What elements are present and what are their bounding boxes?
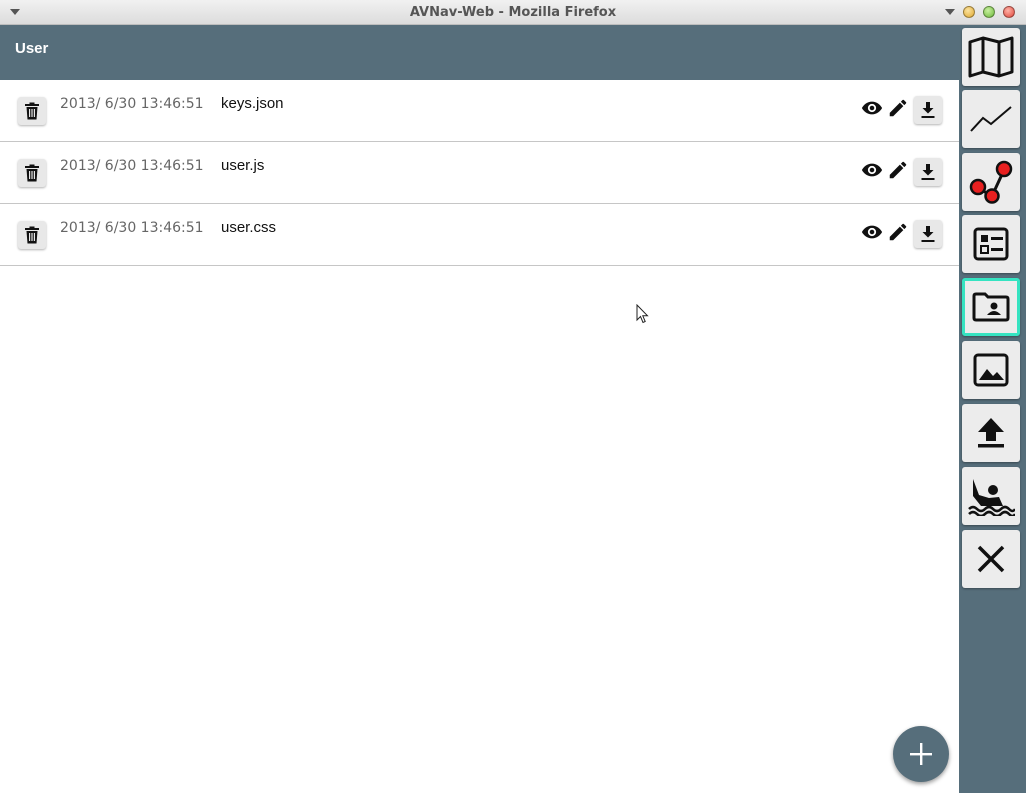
trash-icon (25, 102, 39, 120)
sidebar-item-upload[interactable] (962, 404, 1020, 462)
sidebar-item-user[interactable] (962, 278, 1020, 336)
delete-button[interactable] (18, 159, 46, 187)
image-icon (973, 353, 1009, 387)
download-icon (921, 164, 935, 180)
sidebar (959, 25, 1026, 793)
delete-button[interactable] (18, 97, 46, 125)
mob-icon (968, 479, 1015, 516)
file-date: 2013/ 6/30 13:46:51 (60, 220, 204, 236)
trash-icon (25, 164, 39, 182)
track-icon (970, 106, 1012, 132)
pencil-icon[interactable] (887, 221, 909, 243)
page-header: User (0, 25, 959, 80)
download-button[interactable] (914, 96, 942, 124)
window-minimize-button[interactable] (963, 6, 975, 18)
sidebar-item-layouts[interactable] (962, 215, 1020, 273)
download-icon (921, 102, 935, 118)
window-title: AVNav-Web - Mozilla Firefox (409, 5, 617, 20)
download-icon (921, 226, 935, 242)
file-date: 2013/ 6/30 13:46:51 (60, 158, 204, 174)
sidebar-item-routes[interactable] (962, 153, 1020, 211)
list-item[interactable]: 2013/ 6/30 13:46:51 user.js (0, 142, 959, 204)
window-close-button[interactable] (1003, 6, 1015, 18)
sidebar-item-tracks[interactable] (962, 90, 1020, 148)
file-name: keys.json (221, 95, 284, 112)
window-maximize-button[interactable] (983, 6, 995, 18)
sidebar-item-mob[interactable] (962, 467, 1020, 525)
file-name: user.js (221, 157, 265, 174)
eye-icon[interactable] (861, 221, 883, 243)
eye-icon[interactable] (861, 159, 883, 181)
sidebar-item-close[interactable] (962, 530, 1020, 588)
list-item[interactable]: 2013/ 6/30 13:46:51 user.css (0, 204, 959, 266)
eye-icon[interactable] (861, 97, 883, 119)
window-dropdown-icon[interactable] (945, 9, 955, 15)
mouse-cursor-icon (636, 304, 649, 324)
map-icon (968, 36, 1014, 78)
download-button[interactable] (914, 220, 942, 248)
delete-button[interactable] (18, 221, 46, 249)
sidebar-item-images[interactable] (962, 341, 1020, 399)
pencil-icon[interactable] (887, 97, 909, 119)
window-titlebar: AVNav-Web - Mozilla Firefox (0, 0, 1026, 25)
plus-icon (910, 743, 932, 765)
close-icon (977, 545, 1005, 573)
route-icon (969, 160, 1013, 204)
file-list: 2013/ 6/30 13:46:51 keys.json 2013/ 6/30… (0, 80, 959, 266)
trash-icon (25, 226, 39, 244)
pencil-icon[interactable] (887, 159, 909, 181)
add-button[interactable] (893, 726, 949, 782)
layout-icon (973, 227, 1009, 261)
download-button[interactable] (914, 158, 942, 186)
file-date: 2013/ 6/30 13:46:51 (60, 96, 204, 112)
list-item[interactable]: 2013/ 6/30 13:46:51 keys.json (0, 80, 959, 142)
page-title: User (15, 40, 49, 57)
sidebar-item-maps[interactable] (962, 28, 1020, 86)
upload-icon (978, 418, 1004, 448)
user-folder-icon (972, 292, 1010, 322)
file-name: user.css (221, 219, 277, 236)
